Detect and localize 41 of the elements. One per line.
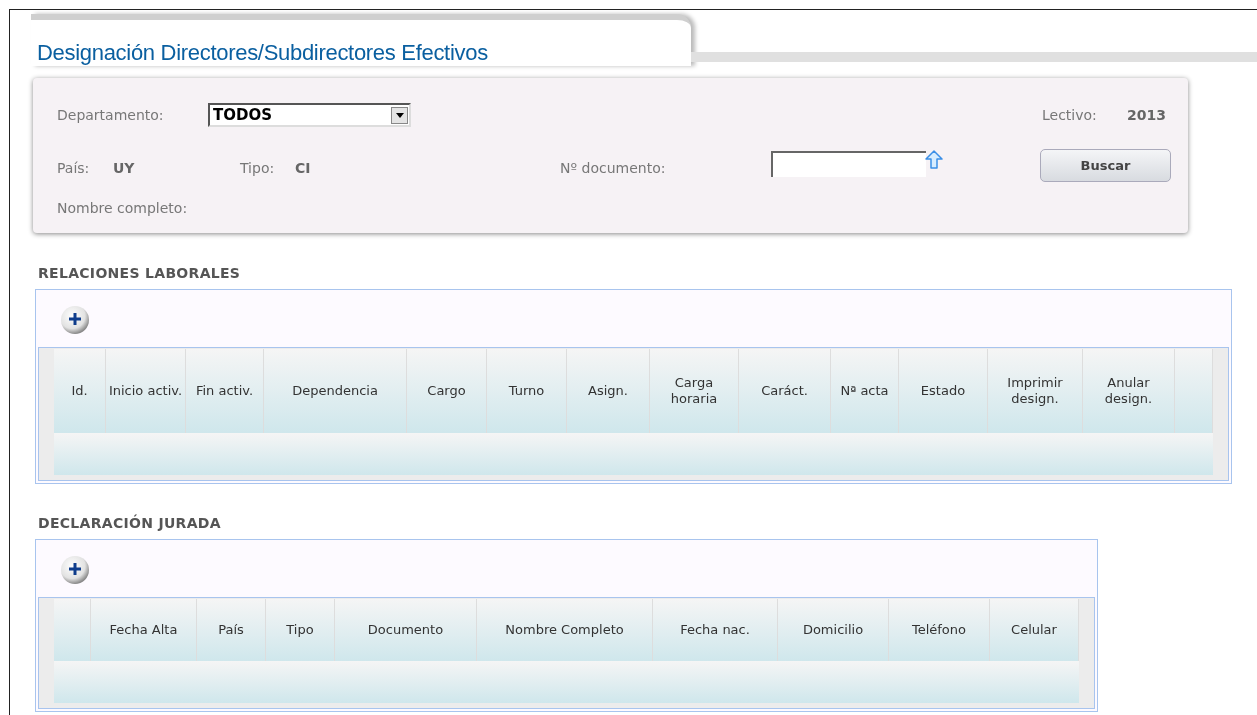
column-header: Documento xyxy=(335,599,477,661)
up-arrow-icon[interactable] xyxy=(925,150,943,170)
column-header: Teléfono xyxy=(889,599,990,661)
column-header: Id. xyxy=(54,349,106,433)
column-header: Cargo xyxy=(407,349,487,433)
type-value: CI xyxy=(295,159,311,178)
type-label: Tipo: xyxy=(240,159,275,178)
column-header: Dependencia xyxy=(264,349,407,433)
header-cell xyxy=(54,599,91,661)
section-heading: DECLARACIÓN JURADA xyxy=(38,513,222,533)
department-select[interactable]: TODOS xyxy=(208,103,411,127)
column-header: Celular xyxy=(990,599,1079,661)
document-label: Nº documento: xyxy=(560,159,666,178)
column-header: Caráct. xyxy=(739,349,831,433)
page-title: Designación Directores/Subdirectores Efectivos xyxy=(37,40,488,65)
column-header: Nª acta xyxy=(831,349,899,433)
search-button[interactable]: Buscar xyxy=(1040,149,1171,182)
column-header: Carga horaria xyxy=(650,349,739,433)
add-icon[interactable] xyxy=(60,554,90,585)
add-icon[interactable] xyxy=(60,304,90,335)
section-heading: RELACIONES LABORALES xyxy=(38,264,242,283)
column-header: Domicilio xyxy=(778,599,889,661)
column-header: Imprimir design. xyxy=(988,349,1083,433)
country-label: País: xyxy=(57,159,90,178)
column-header: Tipo xyxy=(266,599,335,661)
document-field[interactable] xyxy=(771,151,926,177)
country-value: UY xyxy=(113,159,135,178)
column-header: Nombre Completo xyxy=(477,599,653,661)
column-header: Estado xyxy=(899,349,988,433)
full-name-label: Nombre completo: xyxy=(57,199,188,218)
department-label: Departamento: xyxy=(57,106,164,125)
column-header: Turno xyxy=(487,349,567,433)
lectivo-label: Lectivo: xyxy=(1042,106,1097,125)
column-header: Fecha Alta xyxy=(91,599,197,661)
column-header: País xyxy=(197,599,266,661)
column-header: Anular design. xyxy=(1083,349,1175,433)
lectivo-value: 2013 xyxy=(1127,106,1166,125)
column-header: Fecha nac. xyxy=(653,599,778,661)
column-header: Asign. xyxy=(567,349,650,433)
column-header: Fin activ. xyxy=(186,349,264,433)
column-header: Inicio activ. xyxy=(106,349,186,433)
